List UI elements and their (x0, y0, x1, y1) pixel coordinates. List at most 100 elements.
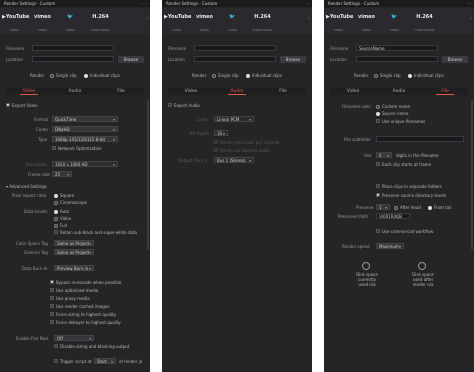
resolution-select[interactable]: 1920 x 1080 HD (52, 161, 118, 168)
gamma-select[interactable]: Same as Project (54, 249, 94, 256)
tab-file[interactable]: File (260, 88, 306, 95)
tab-file[interactable]: File (98, 88, 144, 95)
single-clip-radio[interactable] (50, 73, 54, 78)
tab-audio[interactable]: Audio (214, 88, 260, 95)
chevron-right-icon[interactable]: › (146, 16, 148, 22)
tab-audio[interactable]: Audio (376, 88, 422, 95)
location-field[interactable] (194, 56, 276, 62)
force-debayer-checkbox[interactable] (50, 320, 54, 324)
tab-video[interactable]: Video (168, 88, 214, 95)
flat-pass-select[interactable]: Off (54, 335, 94, 342)
filename-field[interactable] (194, 45, 276, 51)
place-clips-checkbox[interactable] (376, 184, 380, 188)
cinemascope-radio[interactable] (54, 200, 58, 205)
trigger-select[interactable]: Start (94, 358, 116, 365)
digits-select[interactable]: 0 (376, 152, 392, 159)
preserve-source-checkbox[interactable]: ✓ (376, 193, 380, 198)
tab-file[interactable]: File (422, 88, 468, 95)
individual-clips-radio[interactable] (246, 73, 250, 78)
preset-vimeo[interactable]: vimeo 1080p (192, 8, 217, 34)
trigger-script-checkbox[interactable] (54, 359, 58, 363)
source-name-radio[interactable] (376, 111, 380, 116)
full-radio[interactable] (54, 223, 58, 228)
single-clip-radio[interactable] (212, 73, 216, 78)
individual-clips-radio[interactable] (84, 73, 88, 78)
proxy-media-checkbox[interactable] (50, 296, 54, 300)
retain-checkbox[interactable] (54, 230, 58, 234)
export-audio-checkbox[interactable] (168, 103, 172, 107)
from-tail-radio[interactable] (428, 205, 432, 210)
commercial-workflow-checkbox[interactable] (376, 229, 380, 233)
filename-field[interactable]: SourceName (356, 45, 438, 51)
location-field[interactable] (356, 56, 438, 62)
preset-h264[interactable]: H.264 H.264 Master (88, 8, 113, 34)
render-speed-select[interactable]: Maximum (376, 243, 404, 250)
options-menu-icon[interactable]: ··· (143, 0, 147, 7)
preset-youtube[interactable]: ▶YouTube 1080p (326, 8, 353, 34)
single-clip-radio[interactable] (374, 73, 378, 78)
bypass-reencode-checkbox[interactable]: ✓ (50, 280, 54, 285)
preset-youtube[interactable]: ▶YouTube 1080p (2, 8, 30, 34)
force-sizing-checkbox[interactable] (50, 312, 54, 316)
location-field[interactable] (32, 56, 114, 62)
after-head-radio[interactable] (394, 205, 398, 210)
bypass-reencode-label: Bypass re-encode when possible (56, 280, 122, 285)
preset-vimeo[interactable]: vimeo 1080p (354, 8, 379, 34)
type-select[interactable]: 1080p 145/120/115 8-bit (52, 136, 118, 143)
individual-clips-radio[interactable] (408, 73, 412, 78)
scrollbar[interactable] (147, 100, 149, 250)
audio-codec-select[interactable]: Linear PCM (214, 116, 254, 123)
auto-radio[interactable] (54, 209, 58, 214)
each-clip-checkbox[interactable] (376, 162, 380, 166)
options-menu-icon[interactable]: ··· (467, 0, 471, 7)
custom-name-radio[interactable] (376, 104, 380, 109)
square-radio[interactable] (54, 193, 58, 198)
file-subfolder-field[interactable] (376, 136, 464, 142)
bit-depth-select[interactable]: 16 (214, 130, 228, 137)
tab-audio[interactable]: Audio (52, 88, 98, 95)
preset-h264[interactable]: H.264 H.264 Master (412, 8, 437, 34)
data-burn-select[interactable]: Preview Burn in (54, 265, 94, 272)
network-optimization-checkbox[interactable] (52, 146, 56, 150)
browse-button[interactable]: Browse (280, 55, 306, 63)
render-presets-bar: ▶YouTube 1080p vimeo 1080p 🐦 1080p H.264 H.2… (162, 8, 312, 34)
filename-field[interactable] (32, 45, 114, 51)
chevron-right-icon[interactable]: › (308, 16, 310, 22)
preset-twitter[interactable]: 🐦 1080p (220, 8, 245, 34)
codec-select[interactable]: DNxHD (52, 126, 118, 133)
preset-sub: 1080p (65, 28, 76, 32)
render-cached-checkbox[interactable] (50, 304, 54, 308)
preset-youtube[interactable]: ▶YouTube 1080p (164, 8, 191, 34)
optimized-media-checkbox[interactable] (50, 288, 54, 292)
browse-button[interactable]: Browse (442, 55, 468, 63)
options-menu-icon[interactable]: ··· (305, 0, 309, 7)
preset-twitter[interactable]: 🐦 1080p (58, 8, 83, 34)
unique-filenames-checkbox[interactable] (376, 119, 380, 123)
preset-twitter[interactable]: 🐦 1080p (382, 8, 407, 34)
one-track-per-channel-checkbox[interactable] (214, 140, 218, 144)
preserve-select[interactable]: 1 (376, 204, 390, 211)
tab-video[interactable]: Video (6, 88, 52, 95)
output-track-select[interactable]: Bus 1 (Stereo) (214, 157, 254, 164)
preset-h264[interactable]: H.264 H.264 Master (250, 8, 275, 34)
single-clip-label: Single clip (218, 73, 239, 78)
vimeo-icon: vimeo (195, 14, 213, 20)
preset-vimeo[interactable]: vimeo 1080p (30, 8, 55, 34)
tab-video[interactable]: Video (330, 88, 376, 95)
youtube-icon: ▶YouTube (2, 14, 30, 20)
advanced-settings-toggle[interactable]: ▾ Advanced Settings (6, 184, 47, 189)
preserved-path-field[interactable]: \A001R4QB (376, 213, 410, 219)
browse-button[interactable]: Browse (118, 55, 144, 63)
source-name-label: Source name (382, 111, 409, 116)
discrete-audio-checkbox[interactable] (214, 148, 218, 152)
export-video-checkbox[interactable]: ✓ (6, 103, 10, 108)
resolution-label: Resolution (26, 162, 47, 167)
scrollbar[interactable] (471, 100, 473, 250)
format-select[interactable]: QuickTime (52, 116, 118, 123)
disable-sizing-checkbox[interactable] (54, 344, 58, 348)
framerate-select[interactable]: 25 (52, 171, 72, 178)
video-radio[interactable] (54, 216, 58, 221)
chevron-right-icon[interactable]: › (470, 16, 472, 22)
color-space-select[interactable]: Same as Project (54, 240, 94, 247)
output-track-label: Output Track 1 (178, 158, 208, 163)
